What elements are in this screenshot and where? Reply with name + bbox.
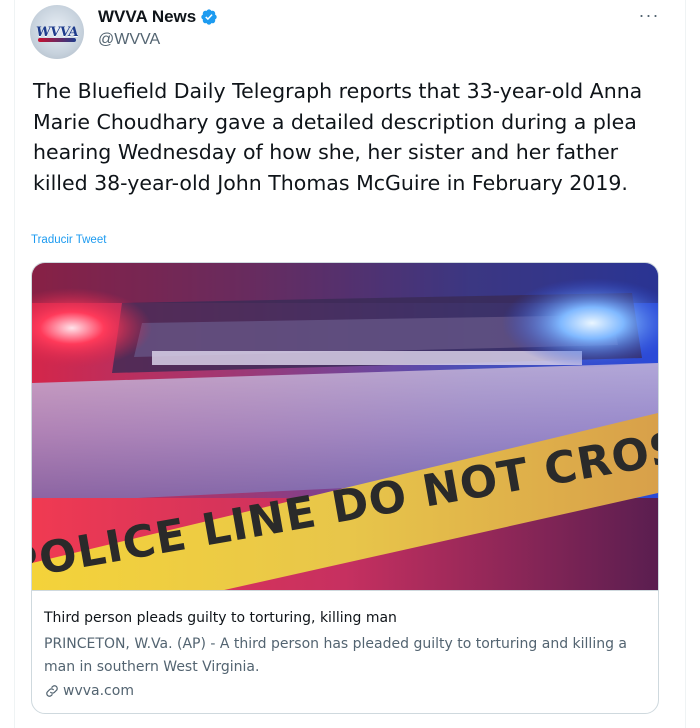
author-handle[interactable]: @WVVA [98,31,160,49]
card-image[interactable]: POLICE LINE DO NOT CROSS [32,263,658,590]
police-scene-image: POLICE LINE DO NOT CROSS [32,263,658,590]
more-options-icon[interactable]: ··· [634,6,664,30]
card-title[interactable]: Third person pleads guilty to torturing,… [44,610,397,626]
avatar[interactable]: WVVA [30,5,84,59]
translate-tweet-link[interactable]: Traducir Tweet [31,234,106,246]
author-name-row[interactable]: WVVA News [98,7,218,27]
card-domain: wvva.com [63,683,134,699]
link-icon [46,685,58,697]
tweet-text: The Bluefield Daily Telegraph reports th… [33,79,643,195]
avatar-logo-stripe [38,38,76,42]
link-card[interactable]: POLICE LINE DO NOT CROSS Third person pl… [31,262,659,714]
verified-badge-icon [201,9,217,25]
author-name[interactable]: WVVA News [98,7,196,27]
card-domain-row[interactable]: wvva.com [44,683,134,699]
card-description: PRINCETON, W.Va. (AP) - A third person h… [44,636,627,675]
card-meta[interactable]: Third person pleads guilty to torturing,… [32,590,658,713]
